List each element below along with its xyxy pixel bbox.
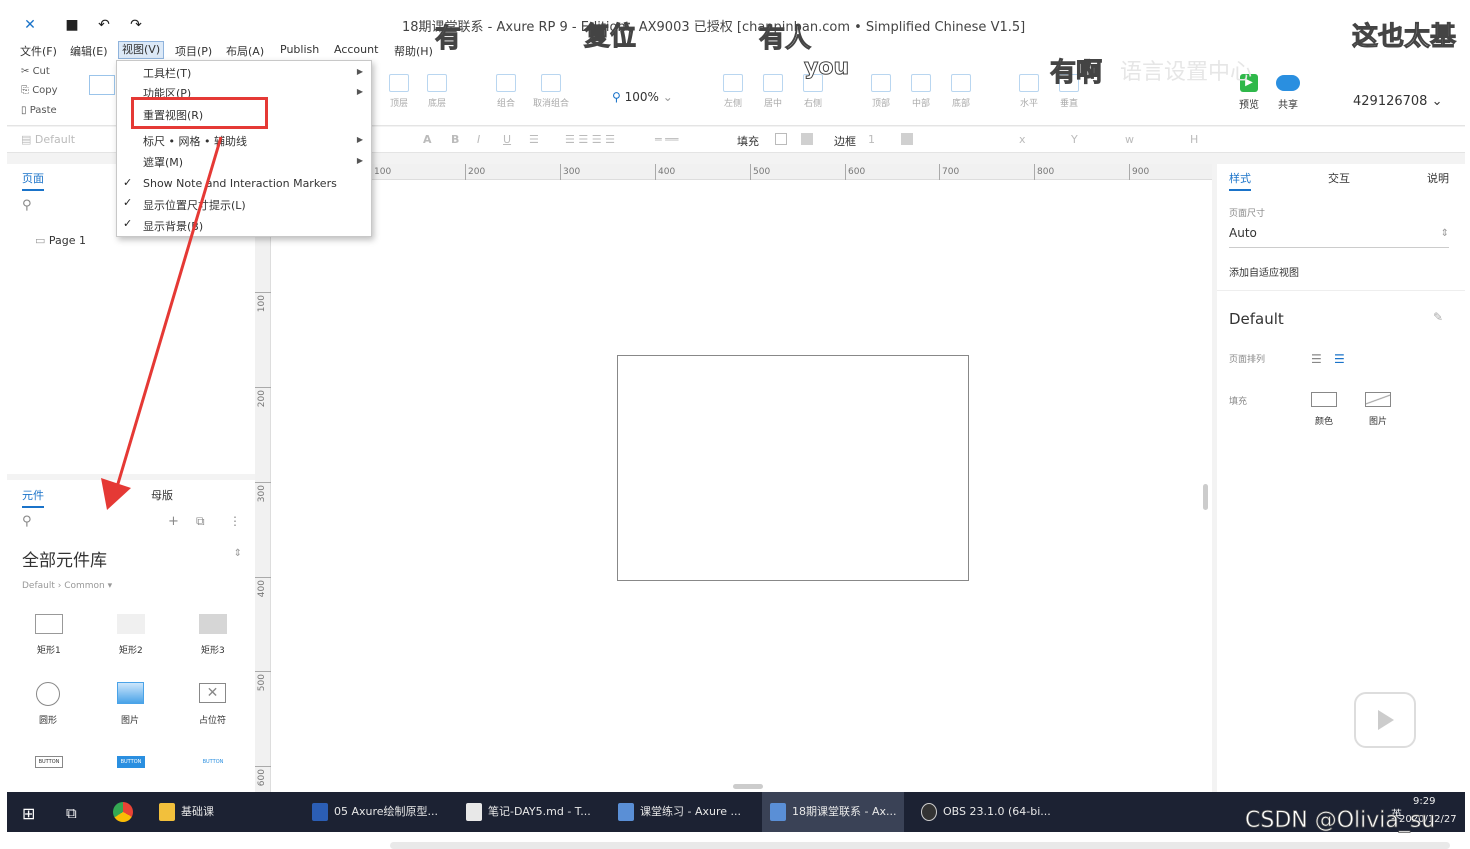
taskbar-item-label: 18期课堂联系 - Ax... (792, 805, 897, 818)
folder-icon (159, 803, 175, 821)
taskbar-item-label: 笔记-DAY5.md - T... (488, 805, 591, 818)
danmaku-comment: 这也太基 (1351, 22, 1457, 53)
taskbar-item-axure-practice[interactable]: 课堂练习 - Axure ... (618, 792, 741, 832)
taskbar-item-label: 05 Axure绘制原型... (334, 805, 439, 818)
taskbar-item-folder[interactable]: 基础课 (159, 792, 214, 832)
csdn-watermark: CSDN @Olivia_su (1245, 808, 1436, 834)
danmaku-comment: 有人 (758, 24, 812, 55)
task-view-icon[interactable]: ⧉ (66, 804, 77, 822)
danmaku-comment: 有啊 (1049, 58, 1103, 89)
typora-icon (466, 803, 482, 821)
taskbar-item-label: 课堂练习 - Axure ... (640, 805, 742, 818)
danmaku-comment: you (803, 55, 850, 81)
obs-icon (921, 803, 937, 821)
faint-overlay-text: 语言设置中心 (1120, 60, 1253, 85)
taskbar-item-typora[interactable]: 笔记-DAY5.md - T... (466, 792, 591, 832)
axure-icon (770, 803, 786, 821)
app-window: ✕ ■ ↶ ↷ 18期课堂联系 - Axure RP 9 - Edition：A… (7, 10, 1465, 832)
word-icon (312, 803, 328, 821)
windows-start-icon[interactable]: ⊞ (22, 804, 35, 823)
taskbar-item-word[interactable]: 05 Axure绘制原型... (312, 792, 438, 832)
clock-time: 9:29 (1413, 796, 1436, 807)
axure-icon (618, 803, 634, 821)
danmaku-comment: 有 (434, 24, 462, 55)
page-scrollbar[interactable] (390, 842, 1450, 849)
taskbar-item-label: OBS 23.1.0 (64-bi... (943, 805, 1051, 818)
chrome-icon[interactable] (113, 802, 133, 822)
danmaku-comment: 复位 (583, 22, 637, 53)
taskbar-item-obs[interactable]: OBS 23.1.0 (64-bi... (921, 792, 1051, 832)
taskbar-item-axure-active[interactable]: 18期课堂联系 - Ax... (762, 792, 905, 832)
taskbar-item-label: 基础课 (181, 805, 214, 818)
annotation-arrow (101, 136, 223, 510)
